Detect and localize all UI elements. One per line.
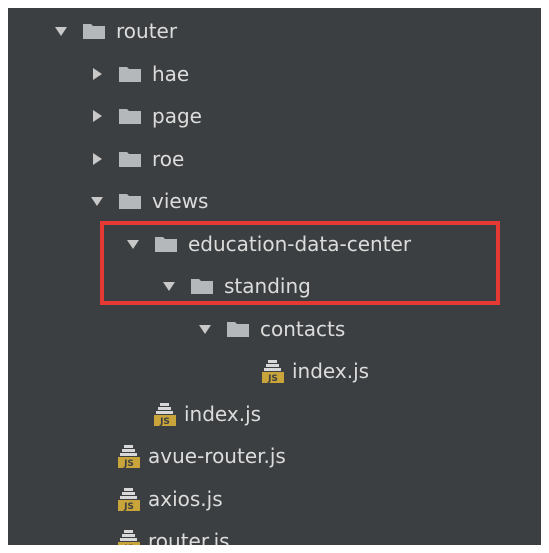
triangle-down-icon[interactable]	[162, 279, 176, 293]
tree-node-contacts-index[interactable]: JS index.js	[262, 350, 369, 392]
tree-node-label: index.js	[184, 401, 262, 426]
svg-text:JS: JS	[123, 502, 134, 511]
tree-node-avue-router[interactable]: JS avue-router.js	[118, 435, 286, 477]
tree-node-label: avue-router.js	[148, 444, 286, 468]
folder-icon	[118, 106, 142, 126]
tree-node-contacts[interactable]: contacts	[198, 308, 345, 350]
triangle-down-icon[interactable]	[198, 322, 212, 336]
tree-node-label: education-data-center	[188, 231, 412, 256]
js-file-icon: JS	[118, 444, 140, 469]
tree-node-hae[interactable]: hae	[90, 53, 189, 95]
tree-node-education-data-center[interactable]: education-data-center	[126, 223, 411, 265]
svg-text:JS: JS	[267, 374, 278, 383]
tree-node-label: views	[152, 189, 209, 213]
svg-text:JS: JS	[159, 417, 170, 426]
folder-icon	[226, 319, 250, 339]
folder-icon	[190, 276, 214, 296]
tree-node-label: hae	[152, 61, 190, 86]
tree-node-standing[interactable]: standing	[162, 265, 311, 307]
tree-node-views[interactable]: views	[90, 180, 208, 222]
js-file-icon: JS	[118, 529, 140, 545]
triangle-down-icon[interactable]	[90, 194, 104, 208]
tree-node-label: roe	[152, 146, 185, 171]
tree-node-label: axios.js	[148, 486, 223, 511]
tree-node-router[interactable]: router	[54, 10, 177, 52]
tree-node-label: contacts	[260, 316, 346, 341]
tree-node-axios[interactable]: JS axios.js	[118, 478, 223, 520]
js-file-icon: JS	[262, 359, 284, 384]
folder-icon	[118, 64, 142, 84]
folder-icon	[82, 21, 106, 41]
triangle-right-icon[interactable]	[90, 152, 104, 166]
tree-node-router-js[interactable]: JS router.js	[118, 520, 230, 545]
tree-node-roe[interactable]: roe	[90, 138, 184, 180]
svg-text:JS: JS	[123, 544, 134, 545]
tree-node-label: standing	[224, 274, 311, 298]
triangle-right-icon[interactable]	[90, 67, 104, 81]
js-file-icon: JS	[154, 402, 176, 427]
svg-text:JS: JS	[123, 459, 134, 468]
triangle-right-icon[interactable]	[90, 109, 104, 123]
tree-node-label: index.js	[292, 359, 370, 383]
tree-node-label: router.js	[148, 529, 230, 545]
folder-icon	[118, 149, 142, 169]
triangle-down-icon[interactable]	[54, 24, 68, 38]
tree-node-label: page	[152, 104, 202, 128]
project-tree-panel: router hae page roe views education-data-cent…	[8, 8, 541, 545]
folder-icon	[154, 234, 178, 254]
triangle-down-icon[interactable]	[126, 237, 140, 251]
folder-icon	[118, 191, 142, 211]
tree-node-page[interactable]: page	[90, 95, 202, 137]
tree-node-views-index[interactable]: JS index.js	[154, 393, 261, 435]
tree-node-label: router	[116, 19, 178, 43]
js-file-icon: JS	[118, 487, 140, 512]
